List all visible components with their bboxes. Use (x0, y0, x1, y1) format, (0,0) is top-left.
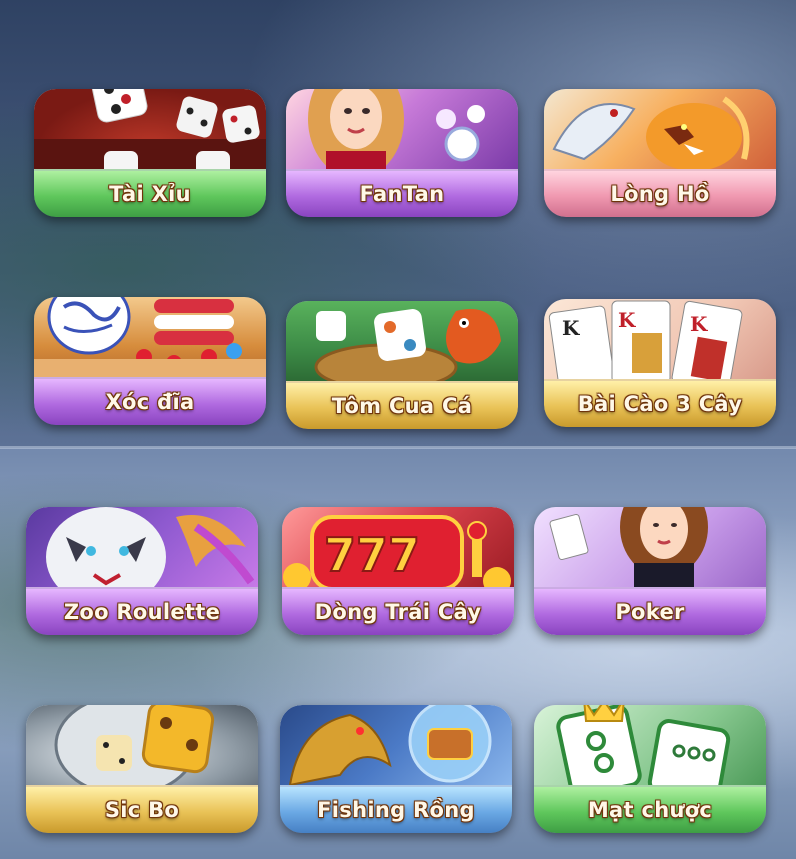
game-tile-xoc-dia[interactable]: Xóc đĩa (34, 260, 266, 425)
game-label: Tài Xỉu (109, 182, 191, 206)
svg-text:777: 777 (324, 528, 420, 582)
game-tile-fishing-rong[interactable]: Fishing Rồng (280, 668, 512, 833)
dice-icon (34, 89, 266, 171)
game-label: FanTan (359, 182, 445, 206)
game-tile-zoo-roulette[interactable]: Zoo Roulette (26, 470, 258, 635)
tiger-phoenix-icon (26, 507, 258, 589)
game-tile-tai-xiu[interactable]: Tài Xỉu (34, 52, 266, 217)
game-tile-poker[interactable]: Poker (534, 470, 766, 635)
game-label: Zoo Roulette (63, 600, 221, 624)
game-label: Poker (615, 600, 685, 624)
game-label: Mạt chược (587, 798, 713, 822)
game-label: Sic Bo (104, 798, 180, 822)
svg-text:K: K (562, 316, 580, 340)
dragon-tiger-icon (544, 89, 776, 171)
game-tile-long-ho[interactable]: Lòng Hồ (544, 52, 776, 217)
slot-777-icon: 777 (282, 507, 514, 589)
game-tile-bai-cao-3-cay[interactable]: K K K Bài Cào 3 Cây (544, 262, 776, 427)
dealer-girl-icon (286, 89, 518, 171)
game-tile-tom-cua-ca[interactable]: Tôm Cua Cá (286, 264, 518, 429)
game-label: Xóc đĩa (105, 390, 195, 414)
svg-text:K: K (618, 308, 636, 332)
game-tile-fantan[interactable]: FanTan (286, 52, 518, 217)
king-cards-icon: K K K (544, 299, 776, 381)
section-divider (0, 446, 796, 449)
svg-text:K: K (690, 312, 708, 336)
game-tile-sic-bo[interactable]: Sic Bo (26, 668, 258, 833)
poker-girl-icon (534, 507, 766, 589)
game-label: Bài Cào 3 Cây (577, 392, 743, 416)
game-tile-dong-trai-cay[interactable]: 777 Dòng Trái Cây (282, 470, 514, 635)
shrimp-dice-icon (286, 301, 518, 383)
game-label: Tôm Cua Cá (331, 394, 473, 418)
game-tile-mat-chuoc[interactable]: Mạt chược (534, 668, 766, 833)
game-label: Dòng Trái Cây (314, 600, 482, 624)
game-label: Lòng Hồ (610, 182, 710, 206)
bowl-chips-icon (34, 297, 266, 379)
golden-dragon-icon (280, 705, 512, 787)
mahjong-tiles-icon (534, 705, 766, 787)
game-label: Fishing Rồng (317, 798, 475, 822)
gold-dice-icon (26, 705, 258, 787)
